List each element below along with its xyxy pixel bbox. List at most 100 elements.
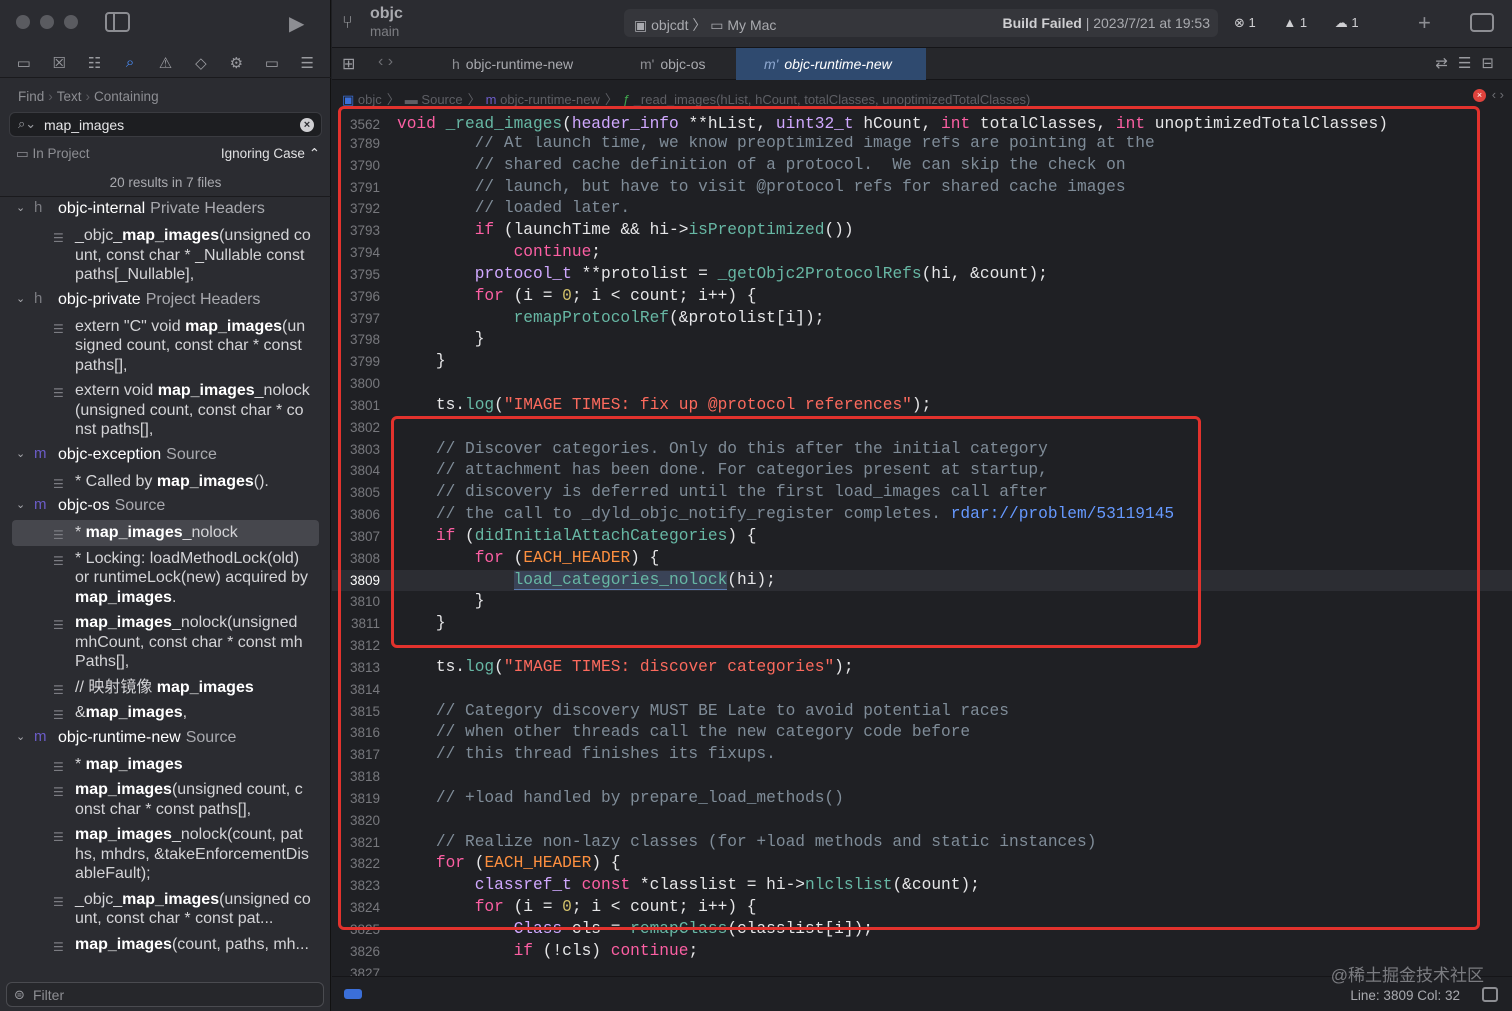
editor-tab[interactable]: h objc-runtime-new [452,48,632,80]
test-icon[interactable]: ◇ [190,54,212,72]
issue-nav-icon[interactable]: ‹ › [1492,87,1504,102]
activity-view[interactable]: ▣ objcdt 〉 ▭ My Mac Build Failed | 2023/… [624,9,1218,37]
result-match-item[interactable]: ☰ // 映射镜像 map_images [0,675,331,701]
close-window-button[interactable] [16,15,30,29]
result-file-group[interactable]: ⌄ h objc-private Project Headers [0,288,331,314]
error-indicator-icon[interactable]: × [1473,89,1486,102]
match-suffix: (count, paths, mh... [171,935,309,953]
chevron-down-icon[interactable]: ⌄ [16,201,25,214]
match-term: map_images [75,935,172,953]
jump-file[interactable]: objc-runtime-new [500,92,600,107]
warning-badge[interactable]: ▲ 1 [1283,15,1319,30]
back-forward-icon[interactable]: ‹ › [378,53,393,71]
match-term: map_images [157,382,255,399]
folder-icon[interactable]: ▭ [13,54,35,72]
jump-folder[interactable]: Source [421,92,462,107]
match-prefix: _objc_ [75,890,123,908]
search-icon[interactable]: ⌕ [119,54,141,71]
editor-tab[interactable]: m' objc-runtime-new [736,48,926,80]
source-control-icon[interactable]: ☒ [48,54,70,72]
case-sensitivity-popup[interactable]: Ignoring Case ⌃ [221,146,320,162]
code-line[interactable]: if (!cls) continue; [397,941,699,963]
symbol-icon[interactable]: ☷ [84,54,106,72]
debug-area-icon[interactable] [344,989,362,999]
case-label: Ignoring Case [220,146,305,161]
panel-toggle-icon[interactable] [1482,987,1498,1002]
source-file-icon: m [34,496,47,513]
jump-symbol[interactable]: _read_images(hList, hCount, totalClasses… [634,92,1031,107]
tab-label: objc-os [660,56,706,72]
run-icon[interactable]: ▶ [289,11,304,36]
jump-project[interactable]: objc [358,92,382,107]
editor-tab[interactable]: m' objc-os [640,48,736,80]
breakpoint-icon[interactable]: ▭ [261,54,283,72]
minimize-window-button[interactable] [40,15,54,29]
project-name[interactable]: objc [370,5,403,23]
clear-search-icon[interactable]: × [300,118,314,132]
chevron-down-icon[interactable]: ⌄ [16,292,25,305]
debug-icon[interactable]: ⚙ [225,54,247,72]
destination-name[interactable]: My Mac [727,17,776,33]
chevron-down-icon[interactable]: ⌄ [16,498,25,511]
result-match-item[interactable]: ☰ map_images(unsigned count, const char *… [0,777,331,822]
result-file-name: objc-internal [58,200,146,217]
result-file-group[interactable]: ⌄ m objc-runtime-new Source [0,726,331,752]
zoom-window-button[interactable] [64,15,78,29]
search-scope[interactable]: ▭ In Project [16,146,90,162]
find-mode[interactable]: Find [18,89,44,104]
chevron-down-icon[interactable]: ⌄ [16,730,25,743]
result-match-item[interactable]: ☰ _objc_map_images(unsigned count, const … [0,887,331,932]
jump-bar[interactable]: ▣ objc 〉 ▬ Source 〉 m objc-runtime-new 〉 ƒ _re… [332,81,1512,107]
result-match-item[interactable]: ☰ * map_images [0,752,331,778]
result-file-group[interactable]: ⌄ m objc-os Source [0,494,331,520]
inspector-toggle-icon[interactable] [1470,13,1494,32]
sidebar-toggle-icon[interactable] [105,12,130,32]
text-lines-icon: ☰ [53,553,64,568]
find-match[interactable]: Containing [94,89,159,104]
result-file-group[interactable]: ⌄ m objc-exception Source [0,443,331,469]
find-type[interactable]: Text [57,89,82,104]
header-file-icon: h [452,56,460,72]
result-match-item[interactable]: ☰ map_images_nolock(unsigned mhCount, con… [0,610,331,675]
branch-name[interactable]: main [370,24,399,39]
chevron-down-icon[interactable]: ⌄ [16,447,25,460]
text-lines-icon: ☰ [53,759,64,774]
find-mode-path[interactable]: Find › Text › Containing [18,89,159,104]
source-file-icon: m [34,444,47,462]
filter-field[interactable]: ⊜ Filter [6,982,324,1007]
result-match-item[interactable]: ☰ * Called by map_images(). [0,469,331,495]
warning-icon[interactable]: ⚠ [154,54,176,72]
report-icon[interactable]: ☰ [296,54,318,72]
add-icon[interactable]: + [1418,10,1431,36]
build-status: Build Failed [1002,15,1082,31]
result-match-item[interactable]: ☰ * map_images_nolock [12,520,319,546]
match-prefix: // 映射镜像 [75,678,157,696]
grid-icon[interactable]: ⊞ [342,54,355,74]
text-lines-icon: ☰ [53,528,64,542]
match-term: map_images [156,678,254,696]
cursor-position: Line: 3809 Col: 32 [1350,988,1460,1003]
source-file-icon: m [485,92,497,107]
result-match-item[interactable]: ☰ extern "C" void map_images(unsigned cou… [0,314,331,379]
find-input[interactable] [44,116,294,134]
result-match-item[interactable]: ☰ &map_images, [0,700,331,726]
find-search-field[interactable]: ⌕⌄ × [9,112,322,137]
scheme-name[interactable]: objcdt [651,17,688,33]
result-file-group[interactable]: ⌄ h objc-internal Private Headers [0,197,331,223]
result-match-item[interactable]: ☰ map_images_nolock(count, paths, mhdrs, … [0,822,331,887]
error-badge[interactable]: ⊗ 1 [1234,15,1268,30]
cloud-badge[interactable]: ☁ 1 [1335,15,1371,30]
annotation-box-inner [391,416,1201,648]
match-prefix: * Called by [75,472,157,490]
editor-options-icon[interactable]: ⇄☰⊟ [1435,54,1504,72]
match-suffix: _nolock [182,524,238,541]
result-match-item[interactable]: ☰ _objc_map_images(unsigned count, const … [0,223,331,288]
text-lines-icon: ☰ [53,939,64,954]
result-match-item[interactable]: ☰ * Locking: loadMethodLock(old) or runti… [0,546,331,611]
source-file-icon: m' [640,56,655,72]
result-match-item[interactable]: ☰ map_images(count, paths, mh... [0,932,331,958]
match-suffix: , [182,704,188,721]
result-match-item[interactable]: ☰ extern void map_images_nolock(unsigned … [0,378,331,443]
issue-badges[interactable]: ⊗ 1 ▲ 1 ☁ 1 [1234,15,1383,31]
line-number: 3827 [349,965,380,976]
